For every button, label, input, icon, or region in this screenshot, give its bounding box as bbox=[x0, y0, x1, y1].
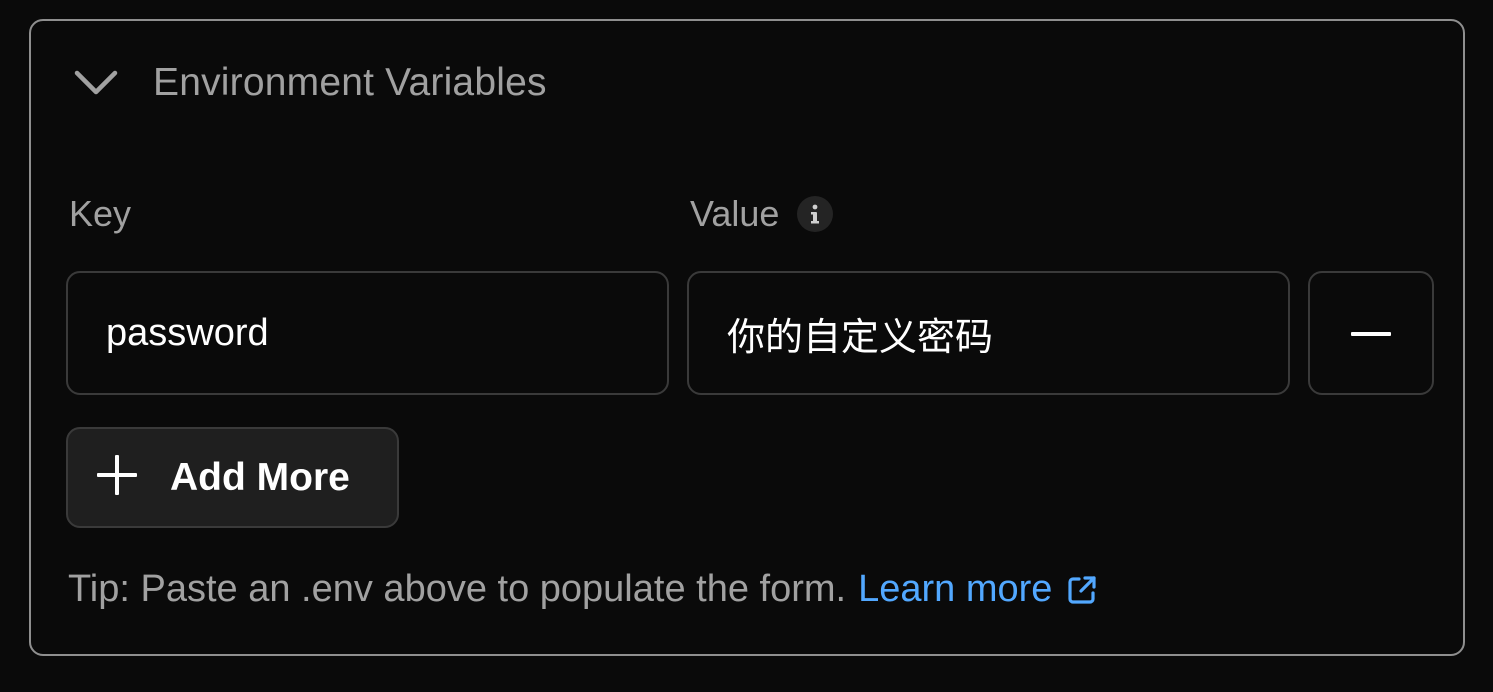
chevron-down-icon[interactable] bbox=[71, 63, 121, 103]
info-icon[interactable] bbox=[797, 196, 834, 232]
external-link-icon bbox=[1066, 574, 1098, 606]
add-more-button[interactable]: Add More bbox=[66, 427, 399, 528]
section-title: Environment Variables bbox=[153, 61, 547, 104]
value-input[interactable]: 你的自定义密码 bbox=[687, 271, 1290, 395]
key-label: Key bbox=[69, 193, 131, 235]
minus-icon bbox=[1351, 324, 1391, 342]
value-label: Value bbox=[690, 193, 834, 235]
remove-row-button[interactable] bbox=[1308, 271, 1434, 395]
key-input-value: password bbox=[106, 311, 269, 354]
tip-message: Tip: Paste an .env above to populate the… bbox=[68, 568, 847, 610]
add-more-label: Add More bbox=[170, 455, 350, 499]
tip-text: Tip: Paste an .env above to populate the… bbox=[68, 568, 1098, 611]
key-input[interactable]: password bbox=[66, 271, 669, 395]
learn-more-label: Learn more bbox=[858, 568, 1053, 610]
env-vars-panel: Environment Variables Key Value password… bbox=[29, 19, 1465, 656]
value-label-text: Value bbox=[690, 193, 780, 234]
plus-icon bbox=[96, 454, 138, 501]
key-label-text: Key bbox=[69, 193, 132, 234]
env-vars-toggle[interactable]: Environment Variables bbox=[71, 55, 547, 111]
value-input-value: 你的自定义密码 bbox=[727, 316, 994, 359]
learn-more-link[interactable]: Learn more bbox=[858, 568, 1098, 611]
